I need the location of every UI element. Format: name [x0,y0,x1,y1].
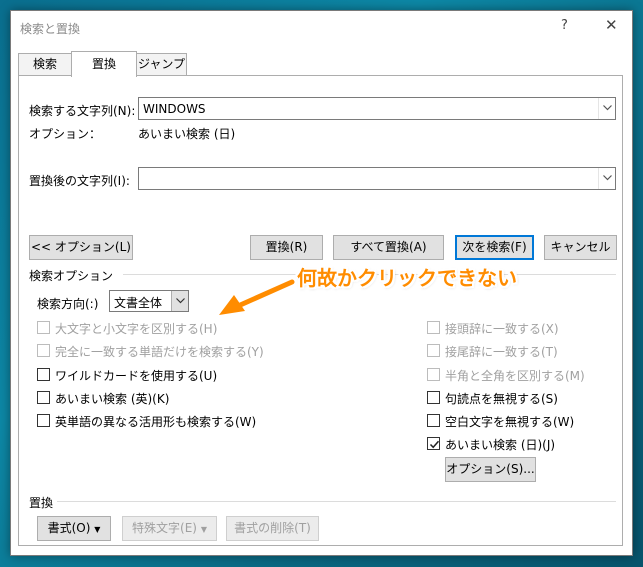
chevron-down-icon [603,175,612,181]
direction-dropdown-button[interactable] [171,291,188,311]
search-options-heading: 検索オプション [29,269,114,283]
checkbox-box[interactable] [427,321,440,334]
checkbox-box[interactable] [427,437,440,450]
find-options-value: あいまい検索 (日) [138,127,236,141]
replace-dropdown-button[interactable] [598,168,615,189]
checkbox-label: 句読点を無視する(S) [445,392,558,406]
replace-button[interactable]: 置換(R) [250,235,323,260]
dropdown-arrow-icon: ▼ [200,525,207,534]
checkbox-box[interactable] [427,391,440,404]
checkbox-box[interactable] [427,414,440,427]
find-input-value: WINDOWS [143,102,206,116]
checkbox-label: ワイルドカードを使用する(U) [55,369,218,383]
find-options-label: オプション： [29,127,102,141]
checkbox-box[interactable] [37,391,50,404]
tab-find[interactable]: 検索 [18,53,72,76]
cancel-button[interactable]: キャンセル [544,235,617,260]
checkbox-box[interactable] [37,414,50,427]
title-bar: 検索と置換 ? ✕ [11,11,632,43]
find-next-button[interactable]: 次を検索(F) [455,235,534,260]
direction-label: 検索方向(:) [37,297,99,311]
dropdown-arrow-icon: ▼ [94,525,101,534]
replace-panel: 検索する文字列(N): WINDOWS オプション： あいまい検索 (日) 置換… [18,75,623,546]
special-button-label: 特殊文字(E) [132,521,197,535]
find-input[interactable]: WINDOWS [138,97,616,120]
checkbox-box[interactable] [37,368,50,381]
replace-section-heading: 置換 [29,496,54,510]
close-icon[interactable]: ✕ [605,16,618,34]
window-title: 検索と置換 [20,22,81,36]
checkbox-label: 接頭辞に一致する(X) [445,322,559,336]
checkbox-box[interactable] [37,321,50,334]
checkbox-box[interactable] [427,344,440,357]
annotation-arrow-icon [216,278,296,318]
help-icon[interactable]: ? [561,18,568,33]
direction-value: 文書全体 [114,296,163,310]
checkbox-label: 半角と全角を区別する(M) [445,369,585,383]
divider [57,501,616,502]
checkbox-box[interactable] [37,344,50,357]
annotation-text: 何故かクリックできない [297,266,517,290]
format-button[interactable]: 書式(O) ▼ [37,516,111,541]
tab-goto[interactable]: ジャンプ [136,53,187,76]
checkbox-box[interactable] [427,368,440,381]
find-label: 検索する文字列(N): [29,104,136,118]
find-dropdown-button[interactable] [598,98,615,119]
replace-all-button[interactable]: すべて置換(A) [333,235,444,260]
format-button-label: 書式(O) [47,521,91,535]
chevron-down-icon [603,105,612,111]
checkbox-label: 大文字と小文字を区別する(H) [55,322,218,336]
special-button[interactable]: 特殊文字(E) ▼ [122,516,217,541]
checkmark-icon [429,440,440,449]
chevron-down-icon [176,298,185,304]
direction-select[interactable]: 文書全体 [109,290,189,312]
no-formatting-button[interactable]: 書式の削除(T) [226,516,319,541]
tab-replace[interactable]: 置換 [71,51,137,77]
less-options-button[interactable]: << オプション(L) [29,235,133,260]
replace-label: 置換後の文字列(I): [29,174,130,188]
checkbox-label: 空白文字を無視する(W) [445,415,575,429]
checkbox-label: 完全に一致する単語だけを検索する(Y) [55,345,264,359]
checkbox-label: 英単語の異なる活用形も検索する(W) [55,415,257,429]
fuzzy-options-button[interactable]: オプション(S)... [445,457,536,482]
checkbox-label: 接尾辞に一致する(T) [445,345,558,359]
replace-input[interactable] [138,167,616,190]
checkbox-label: あいまい検索 (日)(J) [445,438,556,452]
checkbox-label: あいまい検索 (英)(K) [55,392,170,406]
